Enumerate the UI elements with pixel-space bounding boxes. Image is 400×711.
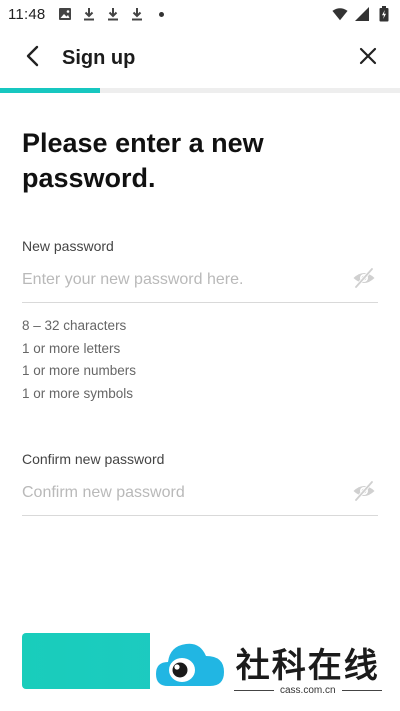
system-icons	[332, 6, 392, 22]
watermark-subtitle-row: cass.com.cn	[234, 685, 382, 696]
watermark-title: 社科在线	[235, 645, 380, 686]
new-password-input[interactable]	[22, 265, 350, 295]
confirm-password-row	[22, 471, 378, 516]
cloud-eye-logo-icon	[154, 636, 226, 697]
dot-icon	[153, 6, 169, 22]
notification-icons	[57, 6, 169, 22]
signup-screen: 11:48 Sign up Please enter a new passwor…	[0, 0, 400, 711]
status-time: 11:48	[8, 5, 46, 23]
requirement-item: 1 or more letters	[22, 340, 121, 356]
confirm-password-label: Confirm new password	[22, 451, 165, 467]
requirement-item: 1 or more symbols	[22, 385, 134, 401]
back-arrow-icon	[25, 45, 39, 72]
requirement-item: 1 or more numbers	[22, 363, 137, 378]
form-heading: Please enter a new password.	[22, 128, 264, 193]
new-password-row	[22, 258, 378, 303]
back-button[interactable]	[16, 42, 48, 74]
image-icon	[57, 6, 73, 22]
toggle-new-password-visibility[interactable]	[350, 266, 378, 294]
app-header: Sign up	[0, 28, 400, 88]
watermark-subtitle: cass.com.cn	[280, 684, 336, 696]
battery-icon	[376, 6, 392, 22]
divider	[234, 689, 274, 691]
eye-off-icon	[352, 267, 376, 293]
page-title: Sign up	[62, 46, 136, 69]
wifi-icon	[332, 6, 348, 22]
watermark: 社科在线 cass.com.cn	[150, 622, 400, 711]
watermark-text: 社科在线 cass.com.cn	[234, 638, 382, 696]
toggle-confirm-password-visibility[interactable]	[350, 479, 378, 507]
signal-icon	[354, 6, 370, 22]
eye-off-icon	[352, 480, 376, 506]
new-password-group: New password	[22, 238, 378, 303]
signup-progress-bar	[0, 88, 400, 93]
password-requirements: 8 – 32 characters 1 or more letters 1 or…	[22, 315, 378, 405]
progress-fill	[0, 88, 100, 93]
download-icon	[105, 6, 121, 22]
status-bar: 11:48	[0, 0, 400, 28]
confirm-password-input[interactable]	[22, 478, 350, 508]
requirement-item: 8 – 32 characters	[22, 318, 127, 333]
download-icon	[129, 6, 145, 22]
confirm-password-group: Confirm new password	[22, 451, 378, 516]
divider	[341, 689, 382, 691]
close-icon	[359, 47, 377, 70]
new-password-label: New password	[22, 238, 114, 254]
close-button[interactable]	[352, 42, 384, 74]
download-icon	[81, 6, 97, 22]
password-form: Please enter a new password. New passwor…	[22, 126, 378, 516]
